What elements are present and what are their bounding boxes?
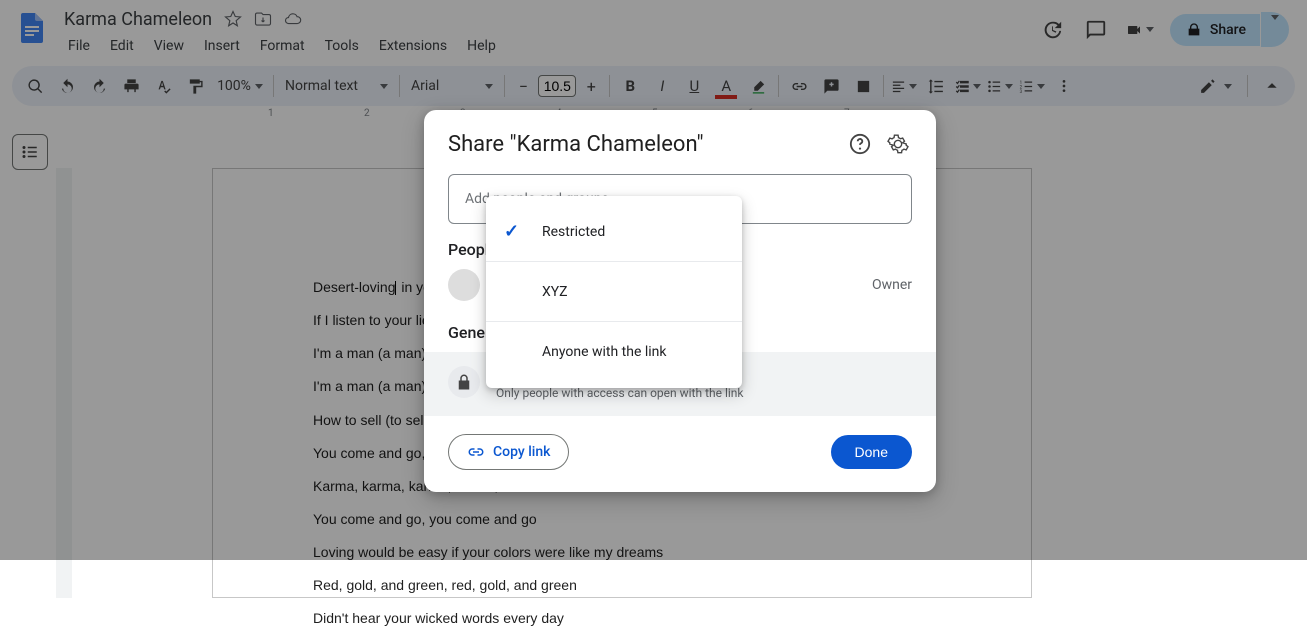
ruler-tick: 1 [268,108,274,119]
paragraph-style-select[interactable]: Normal text [279,78,394,94]
access-option-label: Restricted [542,224,605,240]
print-icon[interactable] [116,72,146,100]
font-select[interactable]: Arial [405,78,499,94]
menu-insert[interactable]: Insert [196,36,248,56]
copy-link-label: Copy link [493,444,550,460]
check-icon: ✓ [504,221,524,242]
copy-link-button[interactable]: Copy link [448,434,569,470]
decrease-font-icon[interactable]: − [510,77,536,96]
doc-line[interactable]: Didn't hear your wicked words every day [313,610,931,626]
doc-line[interactable]: Red, gold, and green, red, gold, and gre… [313,577,931,593]
menu-format[interactable]: Format [252,36,313,56]
access-level-menu: ✓ Restricted ✓XYZ✓Anyone with the link [486,196,742,388]
doc-line[interactable]: Loving would be easy if your colors were… [313,544,931,560]
history-icon[interactable] [1038,16,1066,44]
owner-role-label: Owner [872,277,912,293]
add-comment-icon[interactable] [816,72,846,100]
meet-icon[interactable] [1126,16,1154,44]
menu-help[interactable]: Help [459,36,504,56]
help-icon[interactable] [846,130,874,158]
cloud-icon[interactable] [284,10,302,28]
menubar: File Edit View Insert Format Tools Exten… [60,34,504,58]
numbered-list-icon[interactable]: 123 [1017,72,1047,100]
docs-logo-icon[interactable] [12,6,52,54]
done-button[interactable]: Done [831,435,912,469]
share-button-label: Share [1210,22,1246,38]
menu-tools[interactable]: Tools [317,36,367,56]
menu-extensions[interactable]: Extensions [371,36,455,56]
search-icon[interactable] [20,72,50,100]
lock-icon [448,366,480,398]
toolbar: 100% Normal text Arial − + B I U A 123 [12,66,1295,106]
star-icon[interactable] [224,10,242,28]
outline-toggle-icon[interactable] [12,134,48,170]
menu-edit[interactable]: Edit [102,36,142,56]
share-dropdown-icon[interactable] [1261,12,1289,47]
highlight-icon[interactable] [743,72,773,100]
bold-icon[interactable]: B [615,72,645,100]
access-option-label: XYZ [542,284,568,300]
paint-format-icon[interactable] [180,72,210,100]
undo-icon[interactable] [52,72,82,100]
editing-mode-icon[interactable] [1193,78,1238,95]
italic-icon[interactable]: I [647,72,677,100]
redo-icon[interactable] [84,72,114,100]
access-option[interactable]: ✓Anyone with the link [486,322,742,382]
menu-file[interactable]: File [60,36,98,56]
access-option-label: Anyone with the link [542,344,667,360]
avatar [448,269,480,301]
settings-icon[interactable] [884,130,912,158]
menu-view[interactable]: View [146,36,192,56]
document-title[interactable]: Karma Chameleon [60,9,216,30]
underline-icon[interactable]: U [679,72,709,100]
comment-icon[interactable] [1082,16,1110,44]
doc-line[interactable]: You come and go, you come and go [313,511,931,527]
insert-link-icon[interactable] [784,72,814,100]
share-dialog-title: Share "Karma Chameleon" [448,132,836,157]
access-level-description: Only people with access can open with th… [496,386,744,400]
more-icon[interactable] [1049,72,1079,100]
checklist-icon[interactable] [953,72,983,100]
increase-font-icon[interactable]: + [578,77,604,96]
access-option[interactable]: ✓XYZ [486,262,742,322]
access-option[interactable]: ✓ Restricted [486,202,742,262]
bullet-list-icon[interactable] [985,72,1015,100]
text-color-icon[interactable]: A [711,72,741,100]
line-spacing-icon[interactable] [921,72,951,100]
vertical-ruler[interactable] [56,168,72,598]
svg-text:3: 3 [1020,89,1023,93]
move-icon[interactable] [254,10,272,28]
zoom-select[interactable]: 100% [212,78,268,94]
collapse-toolbar-icon[interactable] [1257,72,1287,100]
font-size-input[interactable] [538,75,576,97]
share-button[interactable]: Share [1170,14,1260,46]
ruler-tick: 2 [364,108,370,119]
insert-image-icon[interactable] [848,72,878,100]
spellcheck-icon[interactable] [148,72,178,100]
align-icon[interactable] [889,72,919,100]
